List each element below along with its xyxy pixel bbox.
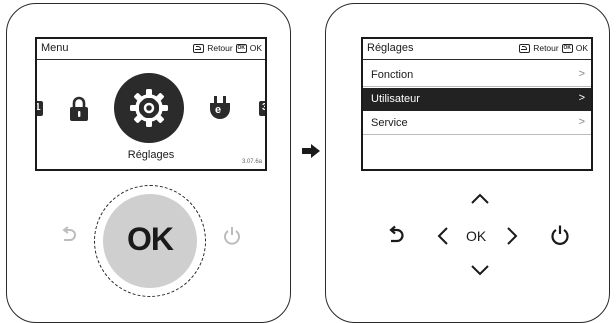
screen-title: Menu [41,42,69,54]
menu-item-utilisateur[interactable]: Utilisateur > [363,88,591,111]
back-hint-label: Retour [207,43,233,53]
back-key-icon [519,43,531,53]
back-button[interactable] [387,225,405,247]
dpad-up-button[interactable] [470,193,490,205]
menu-item-label: Service [371,117,408,129]
header-hints: Retour OK OK [519,43,588,53]
menu-item-label: Fonction [371,69,414,81]
plug-badge-text: e [215,104,222,116]
screen-title: Réglages [367,42,414,54]
settings-screen: Réglages Retour OK OK Fonction > Utilisa… [361,37,593,171]
transition-arrow-icon [302,144,320,158]
version-label: 3.07.6a [241,159,262,165]
menu-item-fonction[interactable]: Fonction > [363,64,591,87]
dpad-left-button[interactable] [437,226,449,246]
chevron-right-icon: > [578,116,585,128]
selected-item-label: Réglages [127,149,175,161]
settings-gear-icon [130,89,168,127]
screen-header: Menu Retour OK OK [37,39,265,60]
dpad-down-button[interactable] [470,264,490,276]
edge-item-left-text: 1 [35,102,41,113]
chevron-right-icon: > [578,68,585,80]
ok-hint-label: OK [575,43,588,53]
ok-key-icon: OK [561,43,573,53]
ok-dial-button[interactable]: OK [103,194,197,288]
selected-item-circle[interactable] [114,73,184,143]
edge-item-right-text: 3 [262,102,265,113]
lock-icon[interactable] [68,96,90,122]
power-button[interactable] [550,224,570,246]
menu-item-service[interactable]: Service > [363,112,591,135]
dpad-ok-button[interactable]: OK [466,228,486,244]
screen-header: Réglages Retour OK OK [363,39,591,60]
menu-screen: Menu Retour OK OK 1 3 [35,37,267,171]
dial-ok-label: OK [127,221,174,257]
dpad-right-button[interactable] [506,226,518,246]
chevron-right-icon: > [578,92,585,104]
back-button[interactable] [60,226,78,246]
edge-item-right: 3 [259,101,265,116]
back-key-icon [193,43,205,53]
header-hints: Retour OK OK [193,43,262,53]
ok-key-icon: OK [235,43,247,53]
ok-hint-label: OK [249,43,262,53]
power-button[interactable] [222,226,242,246]
menu-item-label: Utilisateur [371,93,420,105]
edge-item-left: 1 [35,101,43,116]
back-hint-label: Retour [533,43,559,53]
